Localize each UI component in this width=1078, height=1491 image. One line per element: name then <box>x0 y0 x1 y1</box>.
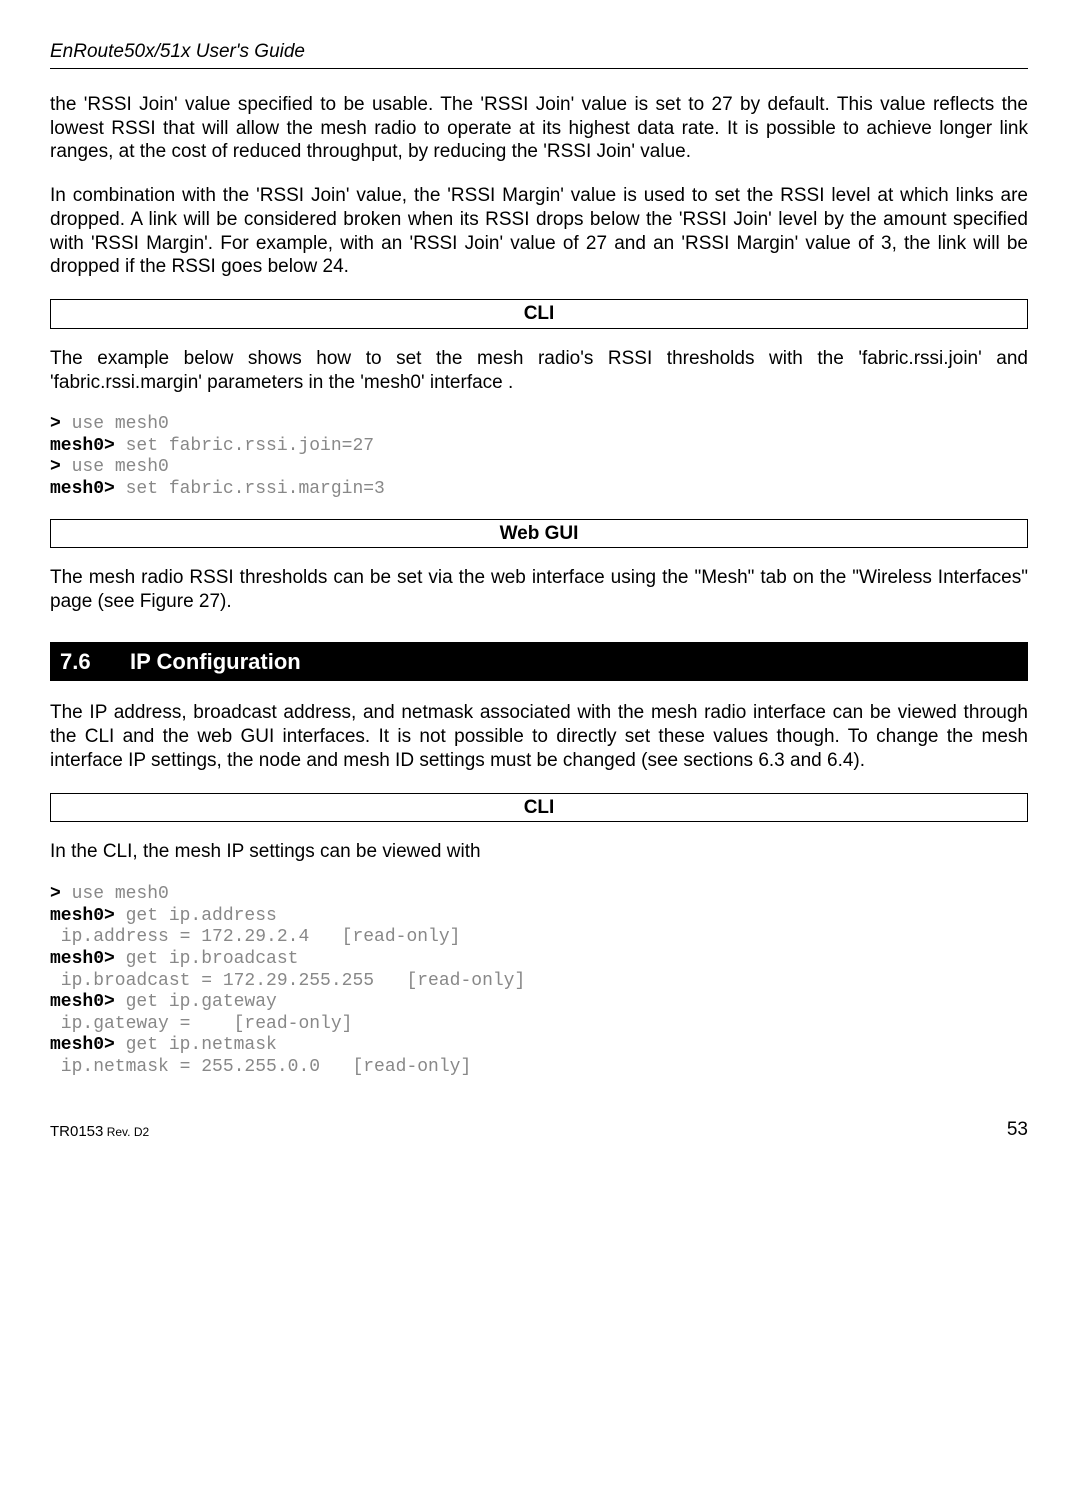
header-title: EnRoute50x/51x User's Guide <box>50 40 1028 64</box>
footer-doc-id: TR0153 Rev. D2 <box>50 1123 149 1142</box>
terminal-command: get ip.broadcast <box>115 949 299 969</box>
paragraph: The mesh radio RSSI thresholds can be se… <box>50 566 1028 614</box>
terminal-prompt: > <box>50 414 61 434</box>
footer-rev: Rev. D2 <box>103 1125 149 1139</box>
paragraph: In the CLI, the mesh IP settings can be … <box>50 840 1028 864</box>
header-rule <box>50 68 1028 69</box>
paragraph: The IP address, broadcast address, and n… <box>50 701 1028 772</box>
terminal-command: use mesh0 <box>61 884 169 904</box>
section-title: IP Configuration <box>130 649 301 674</box>
paragraph: the 'RSSI Join' value specified to be us… <box>50 93 1028 164</box>
terminal-command: get ip.netmask <box>115 1035 277 1055</box>
terminal-prompt: mesh0> <box>50 906 115 926</box>
terminal-output: ip.address = 172.29.2.4 [read-only] <box>50 927 460 947</box>
page-footer: TR0153 Rev. D2 53 <box>50 1118 1028 1142</box>
paragraph: In combination with the 'RSSI Join' valu… <box>50 184 1028 279</box>
cli-box-label: CLI <box>50 299 1028 329</box>
terminal-command: get ip.address <box>115 906 277 926</box>
terminal-prompt: > <box>50 457 61 477</box>
terminal-prompt: mesh0> <box>50 992 115 1012</box>
terminal-prompt: mesh0> <box>50 479 115 499</box>
terminal-output: ip.netmask = 255.255.0.0 [read-only] <box>50 1057 471 1077</box>
terminal-command: use mesh0 <box>61 414 169 434</box>
terminal-prompt: mesh0> <box>50 1035 115 1055</box>
terminal-prompt: > <box>50 884 61 904</box>
terminal-prompt: mesh0> <box>50 436 115 456</box>
terminal-output: ip.broadcast = 172.29.255.255 [read-only… <box>50 971 525 991</box>
webgui-box-label: Web GUI <box>50 519 1028 549</box>
footer-page-number: 53 <box>1007 1118 1028 1142</box>
terminal-block: > use mesh0 mesh0> set fabric.rssi.join=… <box>50 414 1028 500</box>
paragraph: The example below shows how to set the m… <box>50 347 1028 395</box>
terminal-prompt: mesh0> <box>50 949 115 969</box>
terminal-command: get ip.gateway <box>115 992 277 1012</box>
terminal-command: set fabric.rssi.margin=3 <box>115 479 385 499</box>
terminal-block: > use mesh0 mesh0> get ip.address ip.add… <box>50 884 1028 1078</box>
section-number: 7.6 <box>60 648 130 676</box>
cli-box-label: CLI <box>50 793 1028 823</box>
footer-docnum: TR0153 <box>50 1123 103 1140</box>
section-heading: 7.6IP Configuration <box>50 642 1028 682</box>
terminal-command: use mesh0 <box>61 457 169 477</box>
terminal-command: set fabric.rssi.join=27 <box>115 436 374 456</box>
terminal-output: ip.gateway = [read-only] <box>50 1014 352 1034</box>
